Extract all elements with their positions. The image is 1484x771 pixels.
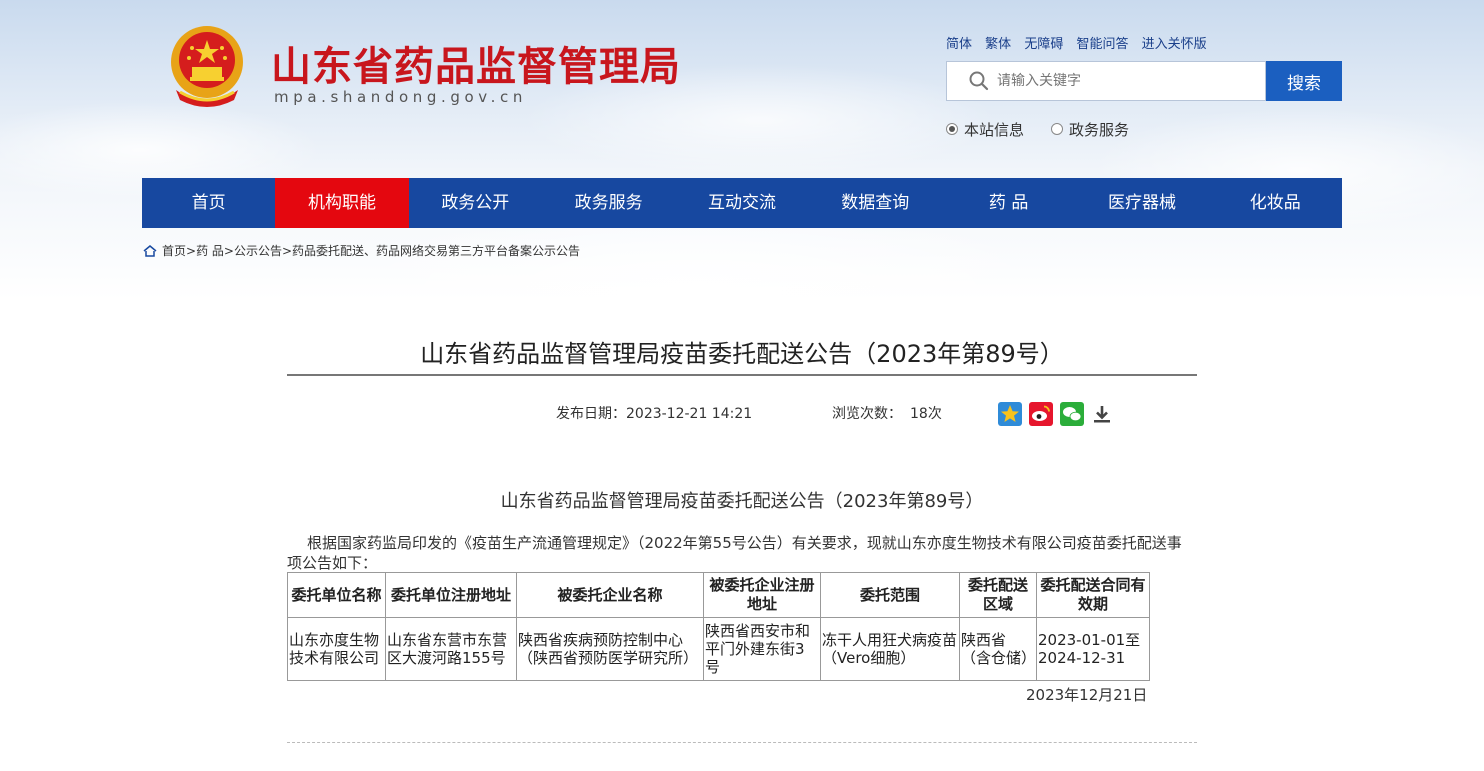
table-cell: 陕西省西安市和平门外建东街3号 [703, 617, 821, 681]
table-cell: 山东亦度生物技术有限公司 [287, 617, 386, 681]
top-link-accessibility[interactable]: 无障碍 [1024, 37, 1063, 52]
nav-item-gov-affairs-disclosure[interactable]: 政务公开 [409, 178, 542, 228]
scope-label-services: 政务服务 [1069, 121, 1130, 139]
view-count-label: 浏览次数： [832, 406, 902, 422]
breadcrumb-drugs[interactable]: 药 品 [196, 244, 224, 258]
search-input[interactable] [995, 70, 1259, 92]
title-divider [287, 374, 1197, 376]
table-header: 委托单位名称 [287, 572, 386, 618]
top-link-elderly-mode[interactable]: 进入关怀版 [1142, 37, 1207, 52]
table-header: 委托范围 [820, 572, 960, 618]
table-header: 委托配送区域 [959, 572, 1037, 618]
national-emblem-logo [171, 26, 243, 107]
breadcrumb-home[interactable]: 首页 [162, 244, 186, 258]
qzone-icon[interactable] [998, 402, 1022, 426]
top-link-simplified[interactable]: 简体 [946, 37, 972, 52]
table-cell: 陕西省疾病预防控制中心（陕西省预防医学研究所） [516, 617, 704, 681]
table-header-row: 委托单位名称 委托单位注册地址 被委托企业名称 被委托企业注册地址 委托范围 委… [287, 572, 1150, 618]
content-divider [287, 742, 1197, 743]
view-count: 浏览次数： 18次 [832, 403, 942, 423]
top-link-traditional[interactable]: 繁体 [985, 37, 1011, 52]
breadcrumb: 首页>药 品>公示公告>药品委托配送、药品网络交易第三方平台备案公示公告 [143, 242, 580, 259]
sign-date: 2023年12月21日 [1026, 686, 1148, 704]
notice-table: 委托单位名称 委托单位注册地址 被委托企业名称 被委托企业注册地址 委托范围 委… [287, 572, 1150, 681]
table-cell: 2023-01-01至2024-12-31 [1036, 617, 1150, 681]
table-row: 山东亦度生物技术有限公司 山东省东营市东营区大渡河路155号 陕西省疾病预防控制… [287, 617, 1150, 681]
article-paragraph: 根据国家药监局印发的《疫苗生产流通管理规定》（2022年第55号公告）有关要求，… [287, 534, 1182, 572]
table-header: 被委托企业注册地址 [703, 572, 821, 618]
scope-option-site[interactable]: 本站信息 [946, 119, 1024, 140]
nav-item-drugs[interactable]: 药 品 [942, 178, 1075, 228]
search-button[interactable]: 搜索 [1266, 61, 1342, 101]
wechat-icon[interactable] [1060, 402, 1084, 426]
search-icon [969, 71, 989, 91]
home-icon [143, 244, 157, 257]
table-header: 被委托企业名称 [516, 572, 704, 618]
nav-item-data-query[interactable]: 数据查询 [809, 178, 942, 228]
site-title: 山东省药品监督管理局 [271, 44, 681, 90]
publish-date-value: 2023-12-21 14:21 [626, 406, 753, 422]
breadcrumb-announcements[interactable]: 公示公告 [234, 244, 282, 258]
article-subtitle: 山东省药品监督管理局疫苗委托配送公告（2023年第89号） [500, 491, 984, 512]
top-links: 简体 繁体 无障碍 智能问答 进入关怀版 [946, 33, 1216, 52]
publish-date: 发布日期：2023-12-21 14:21 [556, 403, 752, 423]
nav-item-gov-services[interactable]: 政务服务 [542, 178, 675, 228]
site-domain: mpa.shandong.gov.cn [274, 88, 527, 106]
download-icon[interactable] [1090, 402, 1114, 426]
nav-item-home[interactable]: 首页 [142, 178, 275, 228]
radio-unchecked-icon[interactable] [1051, 122, 1063, 135]
scope-label-site: 本站信息 [964, 121, 1025, 139]
breadcrumb-separator: > [281, 244, 293, 258]
article-title: 山东省药品监督管理局疫苗委托配送公告（2023年第89号） [420, 340, 1064, 368]
view-count-value: 18次 [910, 406, 942, 422]
table-cell: 陕西省（含仓储） [959, 617, 1037, 681]
weibo-icon[interactable] [1029, 402, 1053, 426]
nav-item-medical-devices[interactable]: 医疗器械 [1075, 178, 1208, 228]
nav-item-organization[interactable]: 机构职能 [275, 178, 409, 228]
scope-option-services[interactable]: 政务服务 [1051, 119, 1129, 140]
radio-checked-icon[interactable] [946, 122, 958, 135]
breadcrumb-separator: > [186, 244, 197, 258]
table-header: 委托配送合同有效期 [1036, 572, 1150, 618]
main-nav: 首页 机构职能 政务公开 政务服务 互动交流 数据查询 药 品 医疗器械 化妆品 [142, 178, 1342, 228]
breadcrumb-separator: > [223, 244, 234, 258]
nav-item-interaction[interactable]: 互动交流 [675, 178, 808, 228]
nav-item-cosmetics[interactable]: 化妆品 [1209, 178, 1342, 228]
breadcrumb-current[interactable]: 药品委托配送、药品网络交易第三方平台备案公示公告 [292, 244, 580, 258]
search-box [946, 61, 1266, 101]
publish-date-label: 发布日期： [556, 406, 626, 422]
table-header: 委托单位注册地址 [385, 572, 517, 618]
table-cell: 山东省东营市东营区大渡河路155号 [385, 617, 517, 681]
table-cell: 冻干人用狂犬病疫苗（Vero细胞） [820, 617, 960, 681]
top-link-smart-qa[interactable]: 智能问答 [1076, 37, 1128, 52]
